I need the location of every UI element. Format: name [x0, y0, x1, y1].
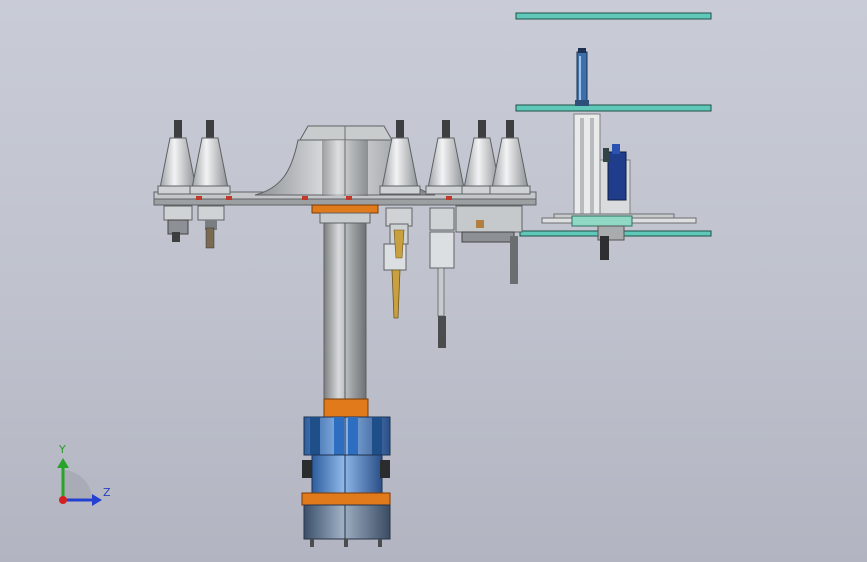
x-axis-origin-icon: [59, 496, 67, 504]
gear-housing: [302, 416, 391, 494]
tool-holder-cone: [425, 120, 467, 195]
z-axis-arrow-icon: [92, 494, 102, 506]
twist-drill-gold: [383, 207, 413, 319]
small-tools-cluster: [455, 205, 523, 284]
reamer-tool: [429, 207, 455, 348]
tool-holder-cone: [489, 120, 531, 195]
tool-holder-cone: [157, 120, 199, 195]
triad-z-label: Z: [103, 486, 111, 499]
y-axis-arrow-icon: [57, 458, 69, 468]
drill-bit-left: [163, 205, 193, 242]
transfer-arm-assembly: [541, 113, 697, 260]
end-mill-left: [197, 205, 225, 249]
model-canvas[interactable]: [0, 0, 867, 562]
coordinate-triad: [57, 458, 102, 506]
base-plate: [301, 492, 391, 547]
shelf-middle: [515, 104, 712, 112]
main-column: [311, 204, 379, 418]
triad-y-label: Y: [59, 443, 66, 456]
shelf-top: [515, 12, 712, 20]
tool-holder-cone: [189, 120, 231, 195]
pneumatic-cylinder: [575, 48, 589, 106]
cad-viewport[interactable]: Y Z: [0, 0, 867, 562]
